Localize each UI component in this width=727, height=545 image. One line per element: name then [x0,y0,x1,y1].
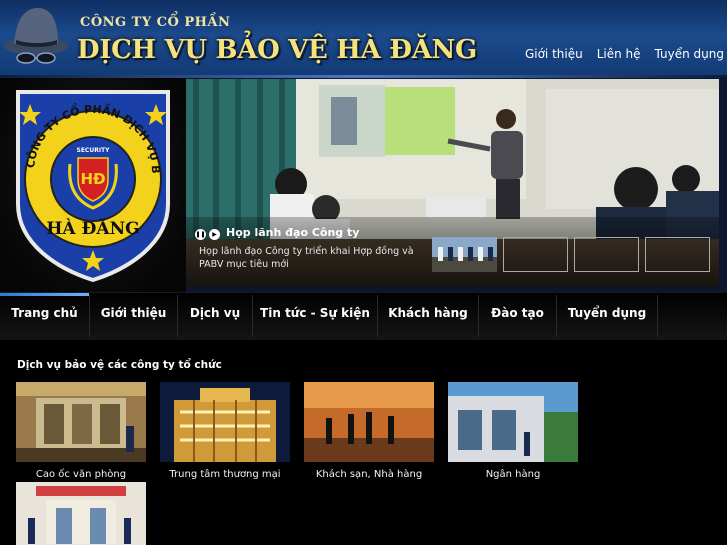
service-label[interactable]: Ngân hàng [448,469,578,480]
top-nav-lien-he[interactable]: Liên hệ [597,47,641,61]
service-card-office[interactable]: Cao ốc văn phòng [16,382,146,480]
nav-dao-tao[interactable]: Đào tạo [479,293,556,341]
company-prefix: CÔNG TY CỔ PHẦN [80,15,231,30]
nav-khach-hang[interactable]: Khách hàng [378,293,478,341]
banner: CÔNG TY CỔ PHẦN DỊCH VỤ BẢO VỆ HÀ ĐĂNG S… [0,78,727,292]
logo-name: HÀ ĐĂNG [46,218,139,239]
logo-panel: CÔNG TY CỔ PHẦN DỊCH VỤ BẢO VỆ HÀ ĐĂNG S… [0,78,186,292]
slideshow[interactable]: ❚❚ ▶ Họp lãnh đạo Công ty Họp lãnh đạo C… [186,79,719,287]
top-nav-tuyen-dung[interactable]: Tuyển dụng [655,47,724,61]
service-image[interactable] [16,382,146,462]
logo-monogram: HĐ [80,170,105,188]
service-card-bank[interactable]: Ngân hàng [448,382,578,480]
service-image[interactable] [304,382,434,462]
service-label[interactable]: Trung tâm thương mại [160,469,290,480]
nav-gioi-thieu[interactable]: Giới thiệu [90,293,177,341]
slide-thumbnails [432,237,710,272]
spy-hat-icon [4,8,68,64]
slide-thumbnail[interactable] [432,237,639,272]
logo-badge-text: SECURITY [77,147,111,154]
play-icon[interactable]: ▶ [209,229,220,240]
service-image[interactable] [16,482,146,545]
section-title: Dịch vụ bảo vệ các công ty tổ chức [17,359,222,371]
top-nav: Giới thiệu Liên hệ Tuyển dụng [525,47,724,61]
service-image[interactable] [448,382,578,462]
nav-tin-tuc-su-kien[interactable]: Tin tức - Sự kiện [253,293,377,341]
slide-thumbnail[interactable] [432,237,710,272]
service-image[interactable] [160,382,290,462]
services-section: Dịch vụ bảo vệ các công ty tổ chức Cao ố… [0,340,727,545]
service-card-hotel[interactable]: Khách sạn, Nhà hàng [304,382,434,480]
top-nav-gioi-thieu[interactable]: Giới thiệu [525,47,583,61]
service-label[interactable]: Khách sạn, Nhà hàng [304,469,434,480]
slide-description: Họp lãnh đạo Công ty triển khai Hợp đồng… [199,246,414,270]
main-nav: Trang chủ Giới thiệu Dịch vụ Tin tức - S… [0,292,727,340]
slideshow-controls: ❚❚ ▶ [195,229,220,240]
slide-title[interactable]: Họp lãnh đạo Công ty [226,226,359,239]
pause-icon[interactable]: ❚❚ [195,229,206,240]
site-header: CÔNG TY CỔ PHẦN DỊCH VỤ BẢO VỆ HÀ ĐĂNG G… [0,0,727,78]
nav-tuyen-dung[interactable]: Tuyển dụng [557,293,657,341]
nav-dich-vu[interactable]: Dịch vụ [178,293,252,341]
service-card-mall[interactable]: Trung tâm thương mại [160,382,290,480]
nav-trang-chu[interactable]: Trang chủ [0,293,89,341]
company-logo[interactable]: CÔNG TY CỔ PHẦN DỊCH VỤ BẢO VỆ HÀ ĐĂNG S… [8,84,178,284]
slide-thumbnail[interactable] [432,237,568,272]
company-name: DỊCH VỤ BẢO VỆ HÀ ĐĂNG [77,35,477,65]
nav-divider [657,295,658,337]
service-card-5[interactable] [16,482,146,545]
service-label[interactable]: Cao ốc văn phòng [16,469,146,480]
